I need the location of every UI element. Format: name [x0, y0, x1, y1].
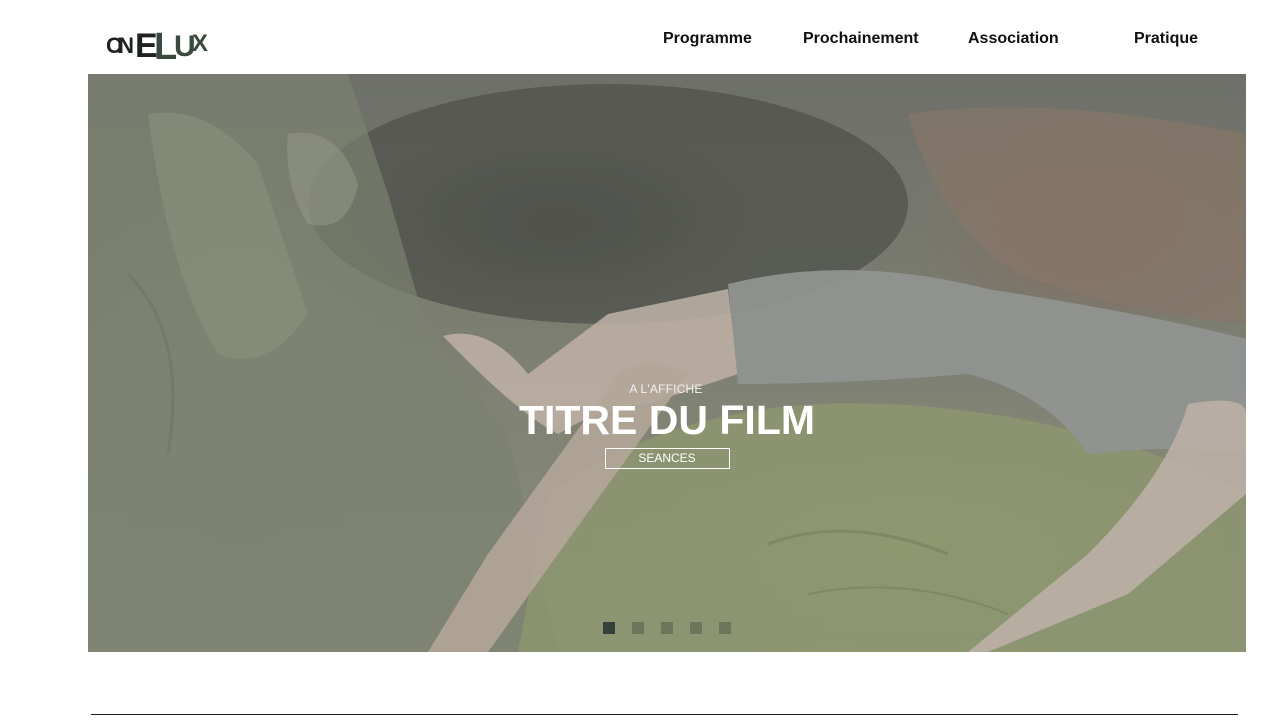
slider-dot[interactable]	[603, 622, 615, 634]
section-divider	[91, 714, 1238, 715]
slider-dot[interactable]	[632, 622, 644, 634]
hero-slider: A L'AFFICHE TITRE DU FILM SEANCES	[88, 74, 1246, 652]
hero-title: TITRE DU FILM	[518, 397, 816, 443]
slider-pagination	[603, 622, 731, 634]
nav-association[interactable]: Association	[968, 30, 1059, 48]
hero-caption: A L'AFFICHE TITRE DU FILM SEANCES	[88, 382, 1246, 469]
nav-programme[interactable]: Programme	[663, 30, 752, 48]
hero-kicker: A L'AFFICHE	[629, 382, 703, 396]
seances-button[interactable]: SEANCES	[604, 448, 730, 469]
hero-overlay	[88, 74, 1246, 652]
nav-pratique[interactable]: Pratique	[1134, 30, 1198, 48]
page: CIN E L U X Programme Prochainement Asso…	[0, 0, 1286, 723]
main-nav: Programme Prochainement Association Prat…	[0, 30, 1286, 52]
slider-dot[interactable]	[719, 622, 731, 634]
nav-prochainement[interactable]: Prochainement	[803, 30, 919, 48]
slider-dot[interactable]	[661, 622, 673, 634]
slider-dot[interactable]	[690, 622, 702, 634]
